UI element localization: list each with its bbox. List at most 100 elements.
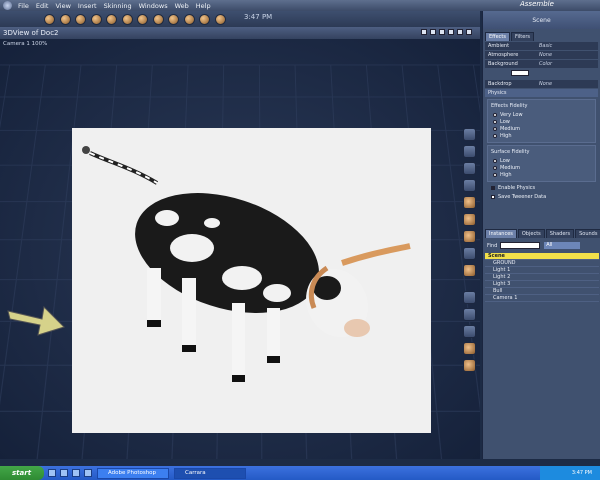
pan-icon[interactable] [463,291,476,304]
orbit-icon[interactable] [463,342,476,355]
panel-header: Scene [483,11,600,29]
effects-medium-radio[interactable]: Medium [491,125,592,132]
start-button[interactable]: start [0,466,44,480]
background-label: Background [488,61,518,67]
menu-help[interactable]: Help [196,2,211,10]
atmosphere-value[interactable]: None [539,52,552,58]
instances-panel: Instances Objects Shaders Sounds Find Al… [483,226,600,459]
find-input[interactable] [500,242,540,249]
ambient-value[interactable]: Basic [539,43,552,49]
hand-icon[interactable] [463,145,476,158]
pin-icon[interactable] [463,196,476,209]
surface-medium-radio[interactable]: Medium [491,164,592,171]
twist-icon[interactable] [463,230,476,243]
quicklaunch-icon[interactable] [72,469,80,477]
view-mode-button[interactable] [457,29,463,35]
tree-item[interactable]: Camera 1 [485,295,599,302]
room-mode-title[interactable]: Assemble [520,0,554,8]
menu-view[interactable]: View [55,2,70,10]
quicklaunch-icon[interactable] [84,469,92,477]
track-icon[interactable] [463,325,476,338]
find-label: Find [487,243,497,249]
brush-icon[interactable] [463,247,476,260]
menu-skinning[interactable]: Skinning [104,2,132,10]
filter-select[interactable]: All [544,242,580,249]
atmosphere-row[interactable]: Atmosphere None [485,51,598,59]
tree-item[interactable]: Bull [485,288,599,295]
tree-item[interactable]: Light 2 [485,274,599,281]
physics-row[interactable]: Physics [485,89,598,97]
backdrop-value[interactable]: None [539,81,552,87]
tab-shaders[interactable]: Shaders [546,229,574,238]
windows-taskbar: start Adobe Photoshop Carrara 3:47 PM [0,466,600,480]
camera-tool-icon[interactable] [122,14,133,25]
effects-high-radio[interactable]: High [491,132,592,139]
tree-item[interactable]: Light 3 [485,281,599,288]
navigation-arrow-icon[interactable] [6,301,66,337]
view-mode-button[interactable] [448,29,454,35]
main-toolbar [0,11,480,27]
cloud-tool-icon[interactable] [215,14,226,25]
tab-effects[interactable]: Effects [485,32,510,41]
menu-file[interactable]: File [18,2,29,10]
viewport-title: 3DView of Doc2 [3,29,59,37]
tab-sounds[interactable]: Sounds [575,229,600,238]
bone-tool-icon[interactable] [153,14,164,25]
menu-windows[interactable]: Windows [139,2,168,10]
physics-label: Physics [488,90,507,96]
cube-tool-icon[interactable] [106,14,117,25]
surface-fidelity-group: Surface Fidelity Low Medium High [487,145,596,182]
background-value[interactable]: Color [539,61,552,67]
enable-physics-checkbox[interactable]: Enable Physics [489,184,594,191]
zoom-icon[interactable] [463,162,476,175]
ambient-row[interactable]: Ambient Basic [485,42,598,50]
instances-tabs: Instances Objects Shaders Sounds [483,229,600,238]
paint-icon[interactable] [463,264,476,277]
rotate-icon[interactable] [463,213,476,226]
camera-label: Camera 1 100% [3,41,47,47]
view-mode-button[interactable] [466,29,472,35]
terrain-tool-icon[interactable] [199,14,210,25]
view-mode-button[interactable] [430,29,436,35]
rotate-tool-icon[interactable] [75,14,86,25]
background-color-swatch[interactable] [511,70,529,76]
scene-tree: Scene GROUND Light 1 Light 2 Light 3 Bul… [485,253,599,302]
menu-web[interactable]: Web [175,2,189,10]
3d-viewport[interactable] [0,39,480,459]
surface-high-radio[interactable]: High [491,171,592,178]
surface-low-radio[interactable]: Low [491,157,592,164]
quicklaunch-icon[interactable] [48,469,56,477]
view-mode-button[interactable] [439,29,445,35]
save-tweener-checkbox[interactable]: Save Tweener Data [489,193,594,200]
task-photoshop[interactable]: Adobe Photoshop [97,468,169,479]
bull-model[interactable] [72,128,431,433]
effects-low-radio[interactable]: Low [491,118,592,125]
tree-item[interactable]: GROUND [485,260,599,267]
properties-panel: Scene Effects Filters Ambient Basic Atmo… [482,11,600,459]
app-logo-icon[interactable] [3,1,12,10]
task-carrara[interactable]: Carrara [174,468,246,479]
render-area[interactable] [72,128,431,433]
effects-very-low-radio[interactable]: Very Low [491,111,592,118]
text-tool-icon[interactable] [168,14,179,25]
cube-view-icon[interactable] [463,359,476,372]
view-mode-button[interactable] [421,29,427,35]
quicklaunch-icon[interactable] [60,469,68,477]
menu-insert[interactable]: Insert [78,2,97,10]
background-row[interactable]: Background Color [485,60,598,68]
dolly-icon[interactable] [463,308,476,321]
tab-objects[interactable]: Objects [518,229,545,238]
backdrop-row[interactable]: Backdrop None [485,80,598,88]
pointer-icon[interactable] [463,179,476,192]
light-tool-icon[interactable] [137,14,148,25]
scale-tool-icon[interactable] [91,14,102,25]
move-tool-icon[interactable] [60,14,71,25]
tab-filters[interactable]: Filters [511,32,534,41]
tree-item[interactable]: Light 1 [485,267,599,274]
tab-instances[interactable]: Instances [485,229,517,238]
tree-item-scene[interactable]: Scene [485,253,599,260]
menu-edit[interactable]: Edit [36,2,49,10]
camera-icon[interactable] [463,128,476,141]
sphere-tool-icon[interactable] [44,14,55,25]
plant-tool-icon[interactable] [184,14,195,25]
